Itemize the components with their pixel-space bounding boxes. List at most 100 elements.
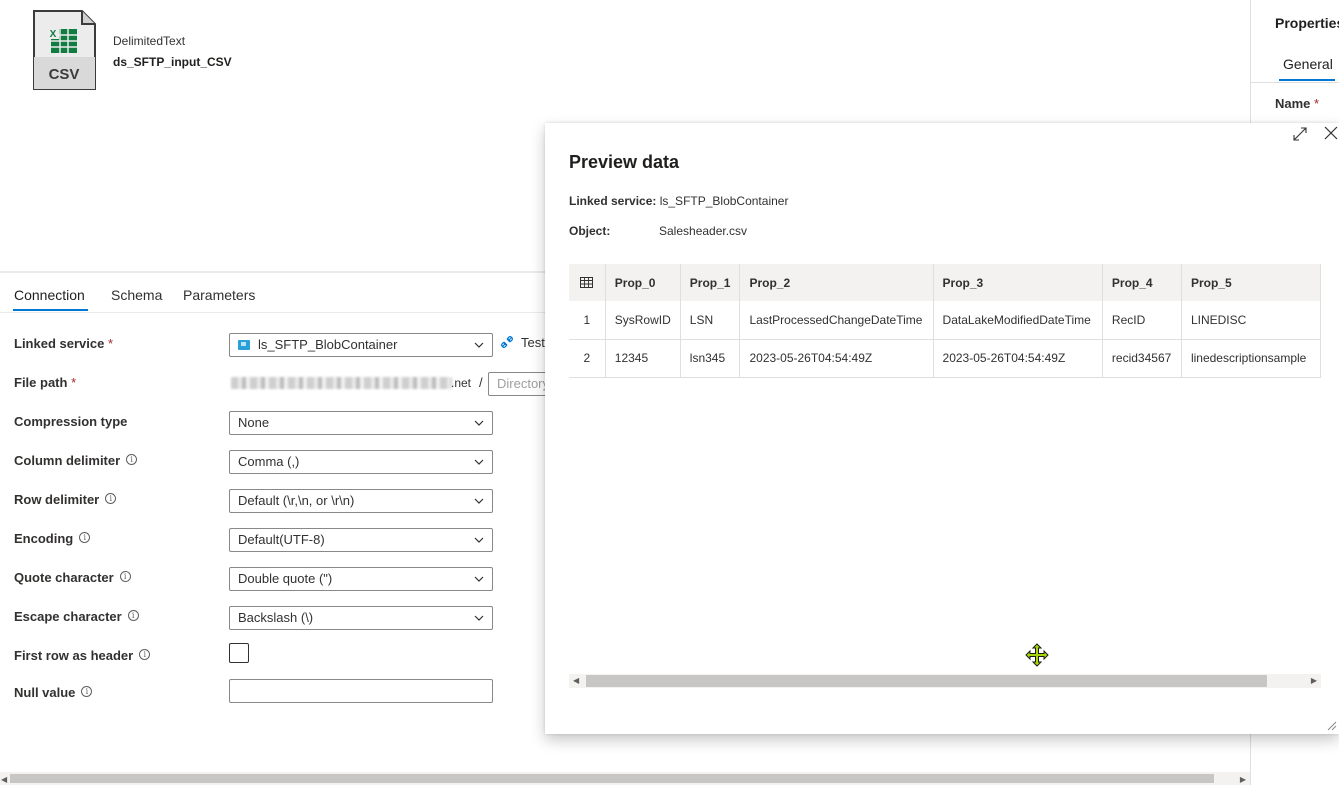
tab-active-indicator <box>13 309 88 311</box>
file-path-suffix: .net <box>451 376 472 390</box>
encoding-value: Default(UTF-8) <box>238 532 325 547</box>
preview-horizontal-scrollbar[interactable]: ◀ ▶ <box>569 674 1321 688</box>
table-header-row: Prop_0 Prop_1 Prop_2 Prop_3 Prop_4 Prop_… <box>569 264 1321 301</box>
dataset-type: DelimitedText <box>113 34 186 48</box>
preview-data-dialog: Preview data Linked service: ls_SFTP_Blo… <box>545 123 1339 734</box>
scroll-right-icon[interactable]: ▶ <box>1311 676 1317 685</box>
tab-parameters[interactable]: Parameters <box>183 287 255 303</box>
linked-service-label: Linked service * <box>14 336 113 351</box>
csv-icon-label: CSV <box>49 66 80 83</box>
preview-object-value: Salesheader.csv <box>659 224 748 238</box>
column-header[interactable]: Prop_1 <box>680 264 741 301</box>
compression-type-value: None <box>238 415 270 430</box>
first-row-header-label-text: First row as header <box>14 648 134 663</box>
chevron-down-icon <box>474 576 484 582</box>
resize-grip-icon[interactable] <box>1325 719 1337 731</box>
column-header[interactable]: Prop_3 <box>933 264 1103 301</box>
plug-icon <box>501 336 513 348</box>
scroll-left-icon[interactable]: ◀ <box>1 775 7 784</box>
required-mark: * <box>71 375 77 390</box>
preview-title: Preview data <box>569 152 680 172</box>
info-icon[interactable]: i <box>119 571 131 582</box>
chevron-down-icon <box>474 537 484 543</box>
scroll-left-icon[interactable]: ◀ <box>573 676 579 685</box>
column-delimiter-label: Column delimiter i <box>14 453 138 468</box>
linked-service-label-text: Linked service <box>14 336 105 351</box>
info-icon[interactable]: i <box>105 493 117 504</box>
expand-icon[interactable] <box>1293 127 1307 141</box>
close-icon[interactable] <box>1323 125 1339 141</box>
escape-character-label-text: Escape character <box>14 609 122 624</box>
null-value-label-text: Null value <box>14 685 76 700</box>
table-cell: DataLakeModifiedDateTime <box>933 301 1103 340</box>
scroll-right-icon[interactable]: ▶ <box>1240 775 1246 784</box>
column-delimiter-label-text: Column delimiter <box>14 453 121 468</box>
scrollbar-thumb[interactable] <box>10 774 1214 783</box>
chevron-down-icon <box>474 615 484 621</box>
escape-character-label: Escape character i <box>14 609 139 624</box>
table-grid-icon <box>580 276 594 288</box>
scrollbar-thumb[interactable] <box>586 675 1267 687</box>
tab-connection[interactable]: Connection <box>14 287 85 303</box>
encoding-dropdown[interactable]: Default(UTF-8) <box>229 528 493 552</box>
table-row: 2 12345 lsn345 2023-05-26T04:54:49Z 2023… <box>569 339 1321 378</box>
quote-character-dropdown[interactable]: Double quote (") <box>229 567 493 591</box>
row-index: 1 <box>569 301 606 340</box>
table-cell: LINEDISC <box>1181 301 1321 340</box>
info-icon[interactable]: i <box>81 686 93 697</box>
tab-general-indicator <box>1279 79 1335 81</box>
column-header[interactable]: Prop_5 <box>1181 264 1321 301</box>
encoding-label: Encoding i <box>14 531 91 546</box>
first-row-header-label: First row as header i <box>14 648 151 663</box>
info-icon[interactable]: i <box>79 532 91 543</box>
linked-service-value: ls_SFTP_BlobContainer <box>258 337 398 352</box>
info-icon[interactable]: i <box>127 610 139 621</box>
preview-linked-service-value: ls_SFTP_BlobContainer <box>659 194 789 208</box>
escape-character-value: Backslash (\) <box>238 610 314 625</box>
chevron-down-icon <box>474 342 484 348</box>
svg-text:X: X <box>50 29 57 40</box>
required-mark: * <box>1314 96 1320 111</box>
column-header[interactable]: Prop_2 <box>739 264 934 301</box>
file-path-label: File path * <box>14 375 76 390</box>
first-row-header-checkbox[interactable] <box>229 643 249 663</box>
encoding-label-text: Encoding <box>14 531 74 546</box>
chevron-down-icon <box>474 498 484 504</box>
preview-table: Prop_0 Prop_1 Prop_2 Prop_3 Prop_4 Prop_… <box>569 264 1321 378</box>
linked-service-dropdown[interactable]: ls_SFTP_BlobContainer <box>229 333 493 357</box>
preview-table-container: Prop_0 Prop_1 Prop_2 Prop_3 Prop_4 Prop_… <box>569 264 1321 378</box>
table-cell: recid34567 <box>1102 339 1182 378</box>
storage-icon <box>238 340 250 350</box>
main-horizontal-scrollbar[interactable]: ◀ ▶ <box>0 772 1250 785</box>
table-cell: linedescriptionsample <box>1181 339 1321 378</box>
required-mark: * <box>107 336 114 351</box>
properties-divider <box>1251 82 1339 83</box>
file-path-redacted <box>231 377 452 389</box>
test-connection-button[interactable]: Test <box>499 334 545 350</box>
row-delimiter-label: Row delimiter i <box>14 492 117 507</box>
csv-file-icon: X CSV <box>33 10 96 90</box>
info-icon[interactable]: i <box>139 649 151 660</box>
properties-name-label: Name * <box>1275 96 1319 111</box>
table-cell: 2023-05-26T04:54:49Z <box>739 339 934 378</box>
compression-type-label: Compression type <box>14 414 128 429</box>
compression-type-dropdown[interactable]: None <box>229 411 493 435</box>
chevron-down-icon <box>474 459 484 465</box>
quote-character-value: Double quote (") <box>238 571 333 586</box>
column-delimiter-dropdown[interactable]: Comma (,) <box>229 450 493 474</box>
column-header[interactable]: Prop_0 <box>605 264 681 301</box>
file-path-label-text: File path <box>14 375 68 390</box>
dataset-name: ds_SFTP_input_CSV <box>113 55 232 69</box>
null-value-input[interactable] <box>229 679 493 703</box>
row-index-header <box>569 264 606 301</box>
escape-character-dropdown[interactable]: Backslash (\) <box>229 606 493 630</box>
row-delimiter-label-text: Row delimiter <box>14 492 100 507</box>
column-header[interactable]: Prop_4 <box>1102 264 1182 301</box>
table-cell: SysRowID <box>605 301 681 340</box>
row-delimiter-dropdown[interactable]: Default (\r,\n, or \r\n) <box>229 489 493 513</box>
tab-schema[interactable]: Schema <box>111 287 162 303</box>
tab-general[interactable]: General <box>1283 56 1333 72</box>
table-cell: LSN <box>680 301 741 340</box>
info-icon[interactable]: i <box>126 454 138 465</box>
table-cell: 2023-05-26T04:54:49Z <box>933 339 1103 378</box>
